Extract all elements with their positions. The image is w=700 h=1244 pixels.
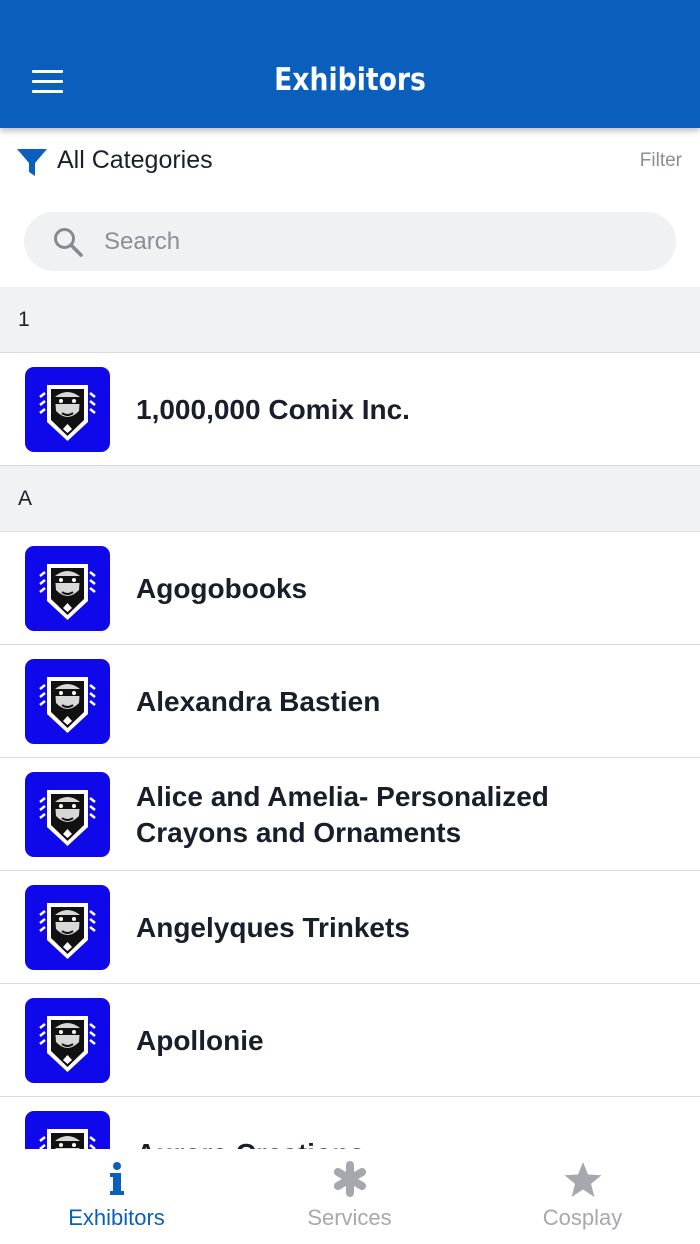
tab-label: Cosplay bbox=[542, 1205, 623, 1230]
exhibitor-logo bbox=[25, 546, 110, 631]
star-icon bbox=[564, 1162, 601, 1197]
app-bar: Exhibitors bbox=[0, 0, 700, 128]
exhibitor-logo bbox=[25, 659, 110, 744]
tab-label: Services bbox=[307, 1205, 392, 1230]
search-input[interactable] bbox=[104, 222, 644, 262]
category-label[interactable]: All Categories bbox=[57, 146, 213, 175]
exhibitor-list[interactable]: 1 1,000,000 Comix Inc. A Agogobooks Alex… bbox=[0, 287, 700, 1149]
tab-exhibitors[interactable]: Exhibitors bbox=[0, 1149, 233, 1244]
exhibitor-logo bbox=[25, 367, 110, 452]
list-item[interactable]: Apollonie bbox=[0, 984, 700, 1097]
exhibitor-logo bbox=[25, 1111, 110, 1149]
tab-label: Exhibitors bbox=[68, 1205, 165, 1230]
list-item[interactable]: Agogobooks bbox=[0, 532, 700, 645]
list-item[interactable]: 1,000,000 Comix Inc. bbox=[0, 353, 700, 466]
exhibitor-name: Angelyques Trinkets bbox=[136, 911, 410, 943]
filter-button[interactable]: Filter bbox=[640, 150, 682, 172]
exhibitor-name: 1,000,000 Comix Inc. bbox=[136, 393, 410, 425]
exhibitor-name: Agogobooks bbox=[136, 572, 308, 604]
search-icon bbox=[54, 228, 83, 257]
exhibitor-name: Alice and Amelia- Personalized Crayons a… bbox=[136, 780, 549, 848]
section-header-a: A bbox=[0, 466, 700, 532]
bottom-tab-bar: Exhibitors Services Cosplay bbox=[0, 1149, 700, 1244]
status-bar bbox=[0, 0, 700, 12]
exhibitor-logo bbox=[25, 772, 110, 857]
list-item[interactable]: Alice and Amelia- Personalized Crayons a… bbox=[0, 758, 700, 871]
page-title: Exhibitors bbox=[274, 62, 426, 98]
exhibitor-name: Aurora Creations bbox=[136, 1097, 656, 1150]
exhibitor-name: Alexandra Bastien bbox=[136, 685, 381, 717]
exhibitor-logo bbox=[25, 885, 110, 970]
info-icon bbox=[109, 1162, 124, 1195]
tab-services[interactable]: Services bbox=[233, 1149, 466, 1244]
list-item[interactable]: Angelyques Trinkets bbox=[0, 871, 700, 984]
exhibitor-name: Apollonie bbox=[136, 1024, 264, 1056]
section-header-1: 1 bbox=[0, 287, 700, 353]
asterisk-icon bbox=[333, 1161, 366, 1197]
tab-cosplay[interactable]: Cosplay bbox=[466, 1149, 699, 1244]
funnel-icon[interactable] bbox=[16, 146, 48, 178]
search-bar[interactable] bbox=[24, 212, 676, 271]
exhibitor-logo bbox=[25, 998, 110, 1083]
filter-row: All Categories Filter bbox=[0, 132, 700, 192]
list-item[interactable]: Alexandra Bastien bbox=[0, 645, 700, 758]
list-item[interactable]: Aurora Creations bbox=[0, 1097, 700, 1149]
